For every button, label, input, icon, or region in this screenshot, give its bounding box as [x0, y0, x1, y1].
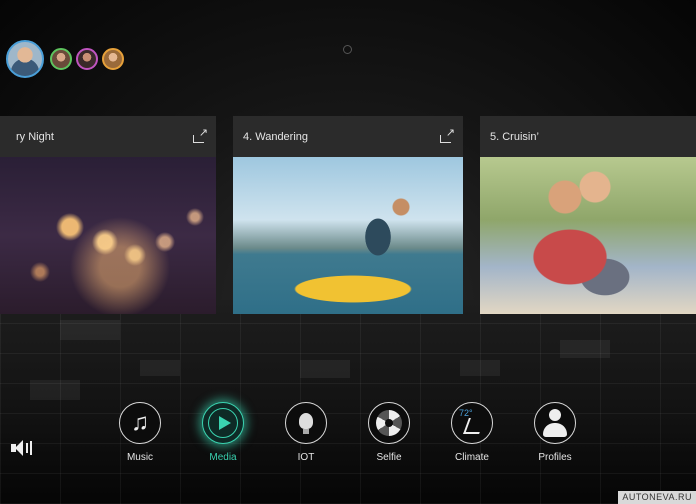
media-thumbnail-kayak[interactable]: [233, 157, 463, 314]
profile-avatar-4[interactable]: [102, 48, 124, 70]
dock-label: Media: [209, 452, 237, 463]
media-card-header: 4. Wandering: [233, 116, 463, 157]
media-card-5[interactable]: 5. Cruisin’: [480, 116, 696, 314]
media-thumbnail-string-lights[interactable]: [0, 157, 216, 314]
dock-item-climate[interactable]: 72° Climate: [444, 402, 500, 463]
profile-icon[interactable]: [534, 402, 576, 444]
dock-label: Climate: [455, 452, 489, 463]
media-card-header: ry Night: [0, 116, 216, 157]
music-note-icon[interactable]: ♫: [119, 402, 161, 444]
profile-avatar-2[interactable]: [50, 48, 72, 70]
dock-item-profiles[interactable]: Profiles: [527, 402, 583, 463]
dock-label: IOT: [297, 452, 315, 463]
profile-switcher: [6, 40, 124, 78]
media-card-title: 4. Wandering: [243, 130, 309, 143]
share-icon[interactable]: [193, 126, 208, 143]
dock-item-media[interactable]: Media: [195, 402, 251, 463]
dock-item-music[interactable]: ♫ Music: [112, 402, 168, 463]
watermark: AUTONEVA.RU: [618, 491, 696, 504]
camera-aperture-icon[interactable]: [368, 402, 410, 444]
climate-seat-icon[interactable]: 72°: [451, 402, 493, 444]
media-card-title: 5. Cruisin’: [490, 130, 539, 143]
dock-label: Selfie: [376, 452, 402, 463]
infotainment-screen: ry Night 4. Wandering 5. Cruisin’ ♫ Musi…: [0, 0, 696, 504]
profile-avatar-3[interactable]: [76, 48, 98, 70]
app-dock: ♫ Music Media IOT Selfie 72° Climate Pro…: [112, 402, 592, 472]
camera-indicator: [343, 45, 352, 54]
media-card-3[interactable]: ry Night: [0, 116, 216, 314]
active-profile-avatar[interactable]: [6, 40, 44, 78]
volume-icon[interactable]: [11, 440, 33, 456]
dock-label: Profiles: [538, 452, 572, 463]
play-icon[interactable]: [202, 402, 244, 444]
dock-item-iot[interactable]: IOT: [278, 402, 334, 463]
share-icon[interactable]: [440, 126, 455, 143]
dock-label: Music: [126, 452, 154, 463]
media-thumbnail-couple[interactable]: [480, 157, 696, 314]
dock-item-selfie[interactable]: Selfie: [361, 402, 417, 463]
lightbulb-icon[interactable]: [285, 402, 327, 444]
media-card-header: 5. Cruisin’: [480, 116, 696, 157]
climate-temperature: 72°: [459, 408, 473, 418]
media-card-4[interactable]: 4. Wandering: [233, 116, 463, 314]
media-card-title: ry Night: [16, 130, 54, 143]
